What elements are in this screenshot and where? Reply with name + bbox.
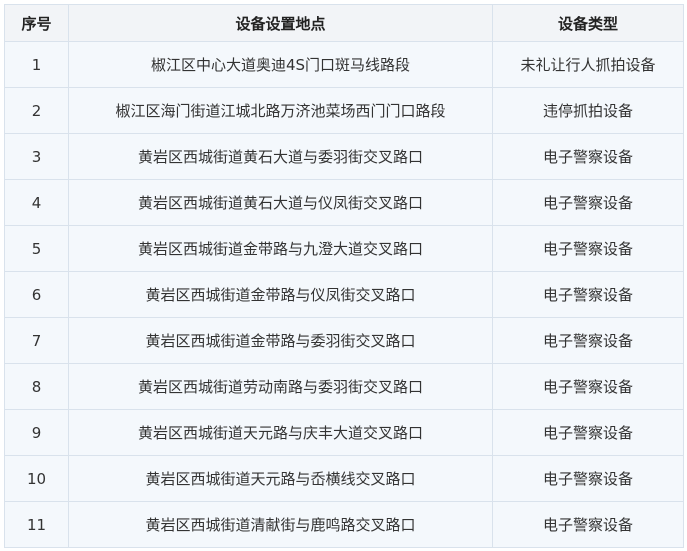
cell-device-location: 黄岩区西城街道金带路与仪凤街交叉路口 <box>68 271 493 318</box>
cell-device-type: 电子警察设备 <box>492 501 684 548</box>
cell-serial-number: 5 <box>4 225 69 272</box>
table-row: 7 黄岩区西城街道金带路与委羽街交叉路口 电子警察设备 <box>4 317 684 364</box>
cell-serial-number: 3 <box>4 133 69 180</box>
cell-device-location: 黄岩区西城街道黄石大道与委羽街交叉路口 <box>68 133 493 180</box>
cell-device-type: 电子警察设备 <box>492 225 684 272</box>
header-device-type: 设备类型 <box>492 4 684 42</box>
cell-device-type: 电子警察设备 <box>492 455 684 502</box>
table-row: 1 椒江区中心大道奥迪4S门口斑马线路段 未礼让行人抓拍设备 <box>4 41 684 88</box>
cell-device-location: 黄岩区西城街道清献街与鹿鸣路交叉路口 <box>68 501 493 548</box>
header-device-location: 设备设置地点 <box>68 4 493 42</box>
cell-serial-number: 2 <box>4 87 69 134</box>
cell-serial-number: 4 <box>4 179 69 226</box>
cell-device-type: 电子警察设备 <box>492 317 684 364</box>
cell-device-location: 黄岩区西城街道天元路与岙横线交叉路口 <box>68 455 493 502</box>
cell-device-type: 未礼让行人抓拍设备 <box>492 41 684 88</box>
cell-serial-number: 1 <box>4 41 69 88</box>
table-row: 8 黄岩区西城街道劳动南路与委羽街交叉路口 电子警察设备 <box>4 363 684 410</box>
cell-serial-number: 11 <box>4 501 69 548</box>
table-row: 6 黄岩区西城街道金带路与仪凤街交叉路口 电子警察设备 <box>4 271 684 318</box>
header-serial-number: 序号 <box>4 4 69 42</box>
table-row: 5 黄岩区西城街道金带路与九澄大道交叉路口 电子警察设备 <box>4 225 684 272</box>
cell-serial-number: 7 <box>4 317 69 364</box>
device-table-container: 序号 设备设置地点 设备类型 1 椒江区中心大道奥迪4S门口斑马线路段 未礼让行… <box>4 4 684 548</box>
cell-device-type: 电子警察设备 <box>492 133 684 180</box>
cell-device-location: 椒江区中心大道奥迪4S门口斑马线路段 <box>68 41 493 88</box>
device-table: 序号 设备设置地点 设备类型 1 椒江区中心大道奥迪4S门口斑马线路段 未礼让行… <box>4 4 684 548</box>
table-row: 10 黄岩区西城街道天元路与岙横线交叉路口 电子警察设备 <box>4 455 684 502</box>
cell-serial-number: 10 <box>4 455 69 502</box>
cell-device-type: 违停抓拍设备 <box>492 87 684 134</box>
cell-device-location: 黄岩区西城街道金带路与九澄大道交叉路口 <box>68 225 493 272</box>
table-row: 9 黄岩区西城街道天元路与庆丰大道交叉路口 电子警察设备 <box>4 409 684 456</box>
cell-device-type: 电子警察设备 <box>492 409 684 456</box>
cell-device-location: 黄岩区西城街道黄石大道与仪凤街交叉路口 <box>68 179 493 226</box>
table-header-row: 序号 设备设置地点 设备类型 <box>4 4 684 42</box>
cell-device-location: 黄岩区西城街道天元路与庆丰大道交叉路口 <box>68 409 493 456</box>
cell-device-location: 黄岩区西城街道劳动南路与委羽街交叉路口 <box>68 363 493 410</box>
cell-serial-number: 9 <box>4 409 69 456</box>
cell-device-location: 椒江区海门街道江城北路万济池菜场西门门口路段 <box>68 87 493 134</box>
table-row: 4 黄岩区西城街道黄石大道与仪凤街交叉路口 电子警察设备 <box>4 179 684 226</box>
table-row: 11 黄岩区西城街道清献街与鹿鸣路交叉路口 电子警察设备 <box>4 501 684 548</box>
table-row: 2 椒江区海门街道江城北路万济池菜场西门门口路段 违停抓拍设备 <box>4 87 684 134</box>
cell-device-type: 电子警察设备 <box>492 363 684 410</box>
cell-device-type: 电子警察设备 <box>492 271 684 318</box>
cell-serial-number: 6 <box>4 271 69 318</box>
cell-serial-number: 8 <box>4 363 69 410</box>
table-row: 3 黄岩区西城街道黄石大道与委羽街交叉路口 电子警察设备 <box>4 133 684 180</box>
cell-device-location: 黄岩区西城街道金带路与委羽街交叉路口 <box>68 317 493 364</box>
cell-device-type: 电子警察设备 <box>492 179 684 226</box>
